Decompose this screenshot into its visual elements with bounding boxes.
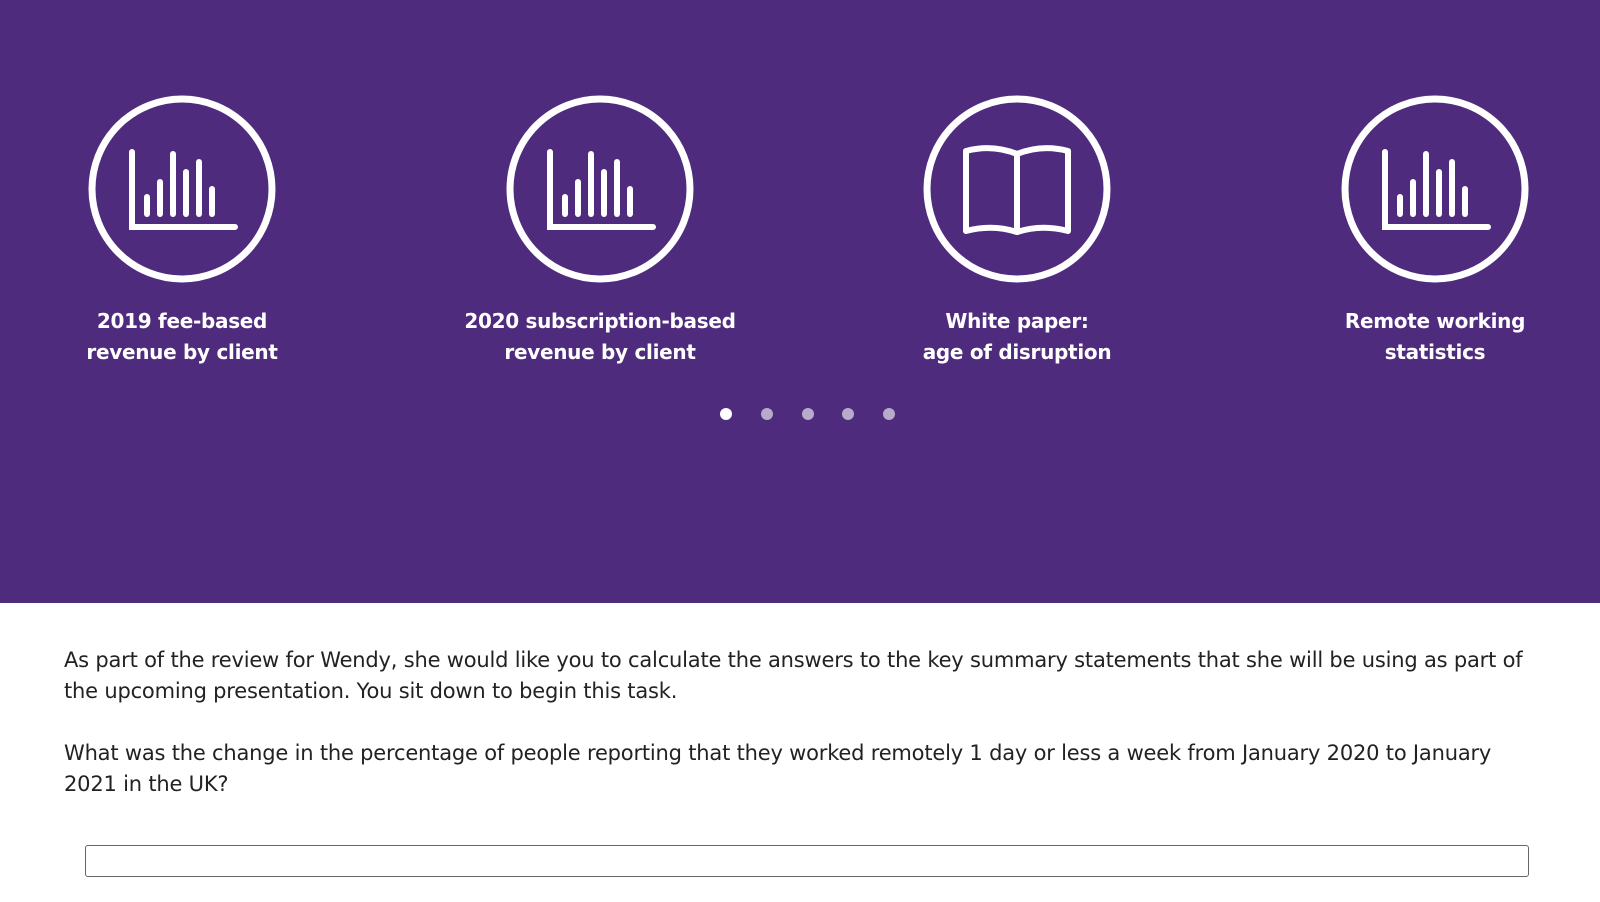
carousel-dot-1[interactable]: [720, 408, 732, 420]
open-book-icon: [923, 95, 1111, 283]
task-intro: As part of the review for Wendy, she wou…: [64, 648, 1523, 703]
caption-line-1: White paper:: [945, 309, 1089, 333]
resource-white-paper[interactable]: White paper: age of disruption: [857, 94, 1177, 368]
resource-caption: 2019 fee-based revenue by client: [22, 306, 342, 368]
answer-input[interactable]: [85, 845, 1529, 877]
resources-panel: 2019 fee-based revenue by client 2020 su…: [0, 0, 1600, 603]
resource-caption: Remote working statistics: [1275, 306, 1595, 368]
caption-line-1: 2019 fee-based: [96, 309, 268, 333]
caption-line-1: 2020 subscription-based: [464, 309, 736, 333]
caption-line-2: statistics: [1384, 340, 1486, 364]
resource-subscription-revenue-2020[interactable]: 2020 subscription-based revenue by clien…: [440, 94, 760, 368]
task-content: As part of the review for Wendy, she wou…: [64, 645, 1544, 800]
resource-caption: 2020 subscription-based revenue by clien…: [440, 306, 760, 368]
caption-line-2: revenue by client: [86, 340, 278, 364]
caption-line-2: age of disruption: [922, 340, 1112, 364]
task-question: What was the change in the percentage of…: [64, 741, 1492, 796]
resource-fee-based-revenue-2019[interactable]: 2019 fee-based revenue by client: [22, 94, 342, 368]
bar-chart-icon: [506, 95, 694, 283]
resource-remote-working-statistics[interactable]: Remote working statistics: [1275, 94, 1595, 368]
bar-chart-icon: [1341, 95, 1529, 283]
carousel-pagination: [720, 408, 920, 422]
caption-line-2: revenue by client: [504, 340, 696, 364]
carousel-dot-5[interactable]: [883, 408, 895, 420]
carousel-dot-3[interactable]: [802, 408, 814, 420]
bar-chart-icon: [88, 95, 276, 283]
carousel-dot-4[interactable]: [842, 408, 854, 420]
caption-line-1: Remote working: [1344, 309, 1526, 333]
carousel-dot-2[interactable]: [761, 408, 773, 420]
resource-caption: White paper: age of disruption: [857, 306, 1177, 368]
